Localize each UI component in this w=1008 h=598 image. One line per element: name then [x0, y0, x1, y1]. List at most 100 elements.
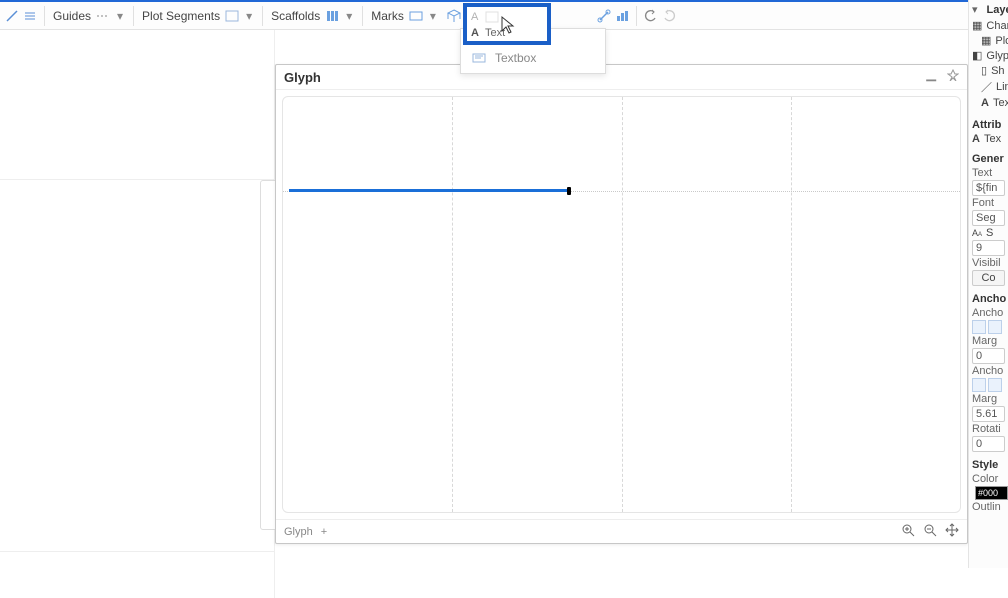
glyph-handle[interactable] [567, 187, 571, 195]
anchor-left-icon[interactable] [972, 320, 986, 334]
textbox-option[interactable]: Textbox [461, 47, 605, 69]
visibility-button[interactable]: Co [972, 270, 1005, 286]
text-icon: A [981, 97, 989, 109]
font-prop-label: Font [969, 196, 1008, 210]
layers-section-header[interactable]: ▾ Layers [969, 0, 1008, 18]
plot-segments-label: Plot Segments [142, 9, 220, 23]
toolbar-divider [362, 6, 363, 26]
anchor-x-icons[interactable] [969, 320, 1008, 334]
style-header: Style [969, 456, 1008, 472]
scaffolds-group[interactable]: Scaffolds ▾ [269, 8, 356, 24]
shape-icon: ▯ [981, 64, 987, 77]
toolbar-divider [133, 6, 134, 26]
grid-icon: ▦ [981, 34, 991, 47]
anchor-center-icon[interactable] [988, 320, 1002, 334]
add-glyph-button[interactable]: + [321, 526, 327, 538]
glyph-icon: ◧ [972, 49, 982, 62]
layer-chart[interactable]: ▦ Chart [969, 18, 1008, 33]
anchor-top-icon[interactable] [972, 378, 986, 392]
chart-tool-icon[interactable] [614, 8, 630, 24]
attr-text-item[interactable]: A Tex [969, 132, 1008, 146]
color-swatch[interactable]: #000 [975, 486, 1008, 500]
pin-icon[interactable] [947, 69, 959, 85]
glyph-title: Glyph [284, 70, 321, 85]
font-input[interactable] [972, 210, 1005, 226]
margin-x-input[interactable] [972, 348, 1005, 364]
font-size-a-icon[interactable]: AA [972, 228, 982, 238]
guides-group[interactable]: Guides ▾ [51, 8, 127, 24]
glyph-canvas[interactable] [282, 96, 961, 513]
left-pane [0, 30, 275, 598]
tex-label: Tex [993, 97, 1008, 109]
left-mid-region [0, 180, 274, 552]
glyph-bar-mark[interactable] [289, 189, 569, 192]
line-icon: ／ [981, 79, 992, 95]
layers-label: Layers [984, 1, 1008, 17]
scaffolds-label: Scaffolds [271, 9, 320, 23]
glyph-tab-label[interactable]: Glyph [284, 526, 313, 538]
redo-icon[interactable] [661, 8, 677, 24]
anchor-y-icons[interactable] [969, 378, 1008, 392]
anchor-y-label: Ancho [969, 364, 1008, 378]
undo-icon[interactable] [643, 8, 659, 24]
rotation-input[interactable] [972, 436, 1005, 452]
text-a-icon: A [471, 27, 479, 39]
sh-label: Sh [991, 65, 1004, 77]
line-tool-icon[interactable] [4, 8, 20, 24]
cube-tool-icon[interactable] [446, 8, 462, 24]
guides-label: Guides [53, 9, 91, 23]
plo-label: Plo [995, 35, 1008, 47]
layer-text[interactable]: A Tex [969, 96, 1008, 110]
font-size-input[interactable] [972, 240, 1005, 256]
color-value: #000 [978, 488, 998, 498]
margin-y-input[interactable] [972, 406, 1005, 422]
fit-icon[interactable] [945, 523, 959, 540]
chevron-down-icon: ▾ [972, 3, 978, 16]
plot-segments-icon [224, 8, 240, 24]
text-a-icon: A [471, 11, 478, 23]
layer-line[interactable]: ／ Lin [969, 78, 1008, 96]
textbox-icon [471, 50, 487, 66]
rotation-label: Rotati [969, 422, 1008, 436]
glyph-label: Glyph [986, 50, 1008, 62]
glyph-window: Glyph ⚊ Glyph + [275, 64, 968, 544]
right-panel: ▾ Layers ▦ Chart ▦ Plo ◧ Glyph ▯ Sh ／ Li… [968, 0, 1008, 568]
text-option-label[interactable]: Text [485, 27, 505, 39]
visibility-label: Visibil [969, 256, 1008, 270]
zoom-out-icon[interactable] [923, 523, 937, 540]
guide-vline [622, 97, 623, 512]
left-top-region [0, 30, 274, 180]
marks-group[interactable]: Marks ▾ [369, 8, 440, 24]
font-style-row: AA S [969, 226, 1008, 240]
lin-label: Lin [996, 81, 1008, 93]
link-tool-icon[interactable] [596, 8, 612, 24]
anchor-x-label: Ancho [969, 306, 1008, 320]
anchor-middle-icon[interactable] [988, 378, 1002, 392]
attr-tex-label: Tex [984, 133, 1001, 145]
layer-shape[interactable]: ▯ Sh [969, 63, 1008, 78]
guides-icon [95, 8, 111, 24]
toolbar-divider [636, 6, 637, 26]
margin-y-label: Marg [969, 392, 1008, 406]
image-icon [484, 9, 500, 25]
glyph-header: Glyph ⚊ [276, 65, 967, 90]
general-header: Gener [969, 150, 1008, 166]
minimize-icon[interactable]: ⚊ [925, 69, 937, 85]
layer-plot[interactable]: ▦ Plo [969, 33, 1008, 48]
list-tool-icon[interactable] [22, 8, 38, 24]
marks-icon [408, 8, 424, 24]
guide-vline [791, 97, 792, 512]
text-input[interactable] [972, 180, 1005, 196]
text-popup-highlight: A A Text [463, 3, 551, 45]
marks-label: Marks [371, 9, 404, 23]
left-bottom-region [0, 552, 274, 598]
font-s-label: S [986, 227, 993, 239]
plot-segments-group[interactable]: Plot Segments ▾ [140, 8, 256, 24]
chevron-down-icon: ▾ [115, 11, 125, 21]
guide-vline [452, 97, 453, 512]
layer-glyph[interactable]: ◧ Glyph [969, 48, 1008, 63]
text-prop-label: Text [969, 166, 1008, 180]
chevron-down-icon: ▾ [344, 11, 354, 21]
glyph-footer: Glyph + [276, 519, 967, 543]
zoom-in-icon[interactable] [901, 523, 915, 540]
